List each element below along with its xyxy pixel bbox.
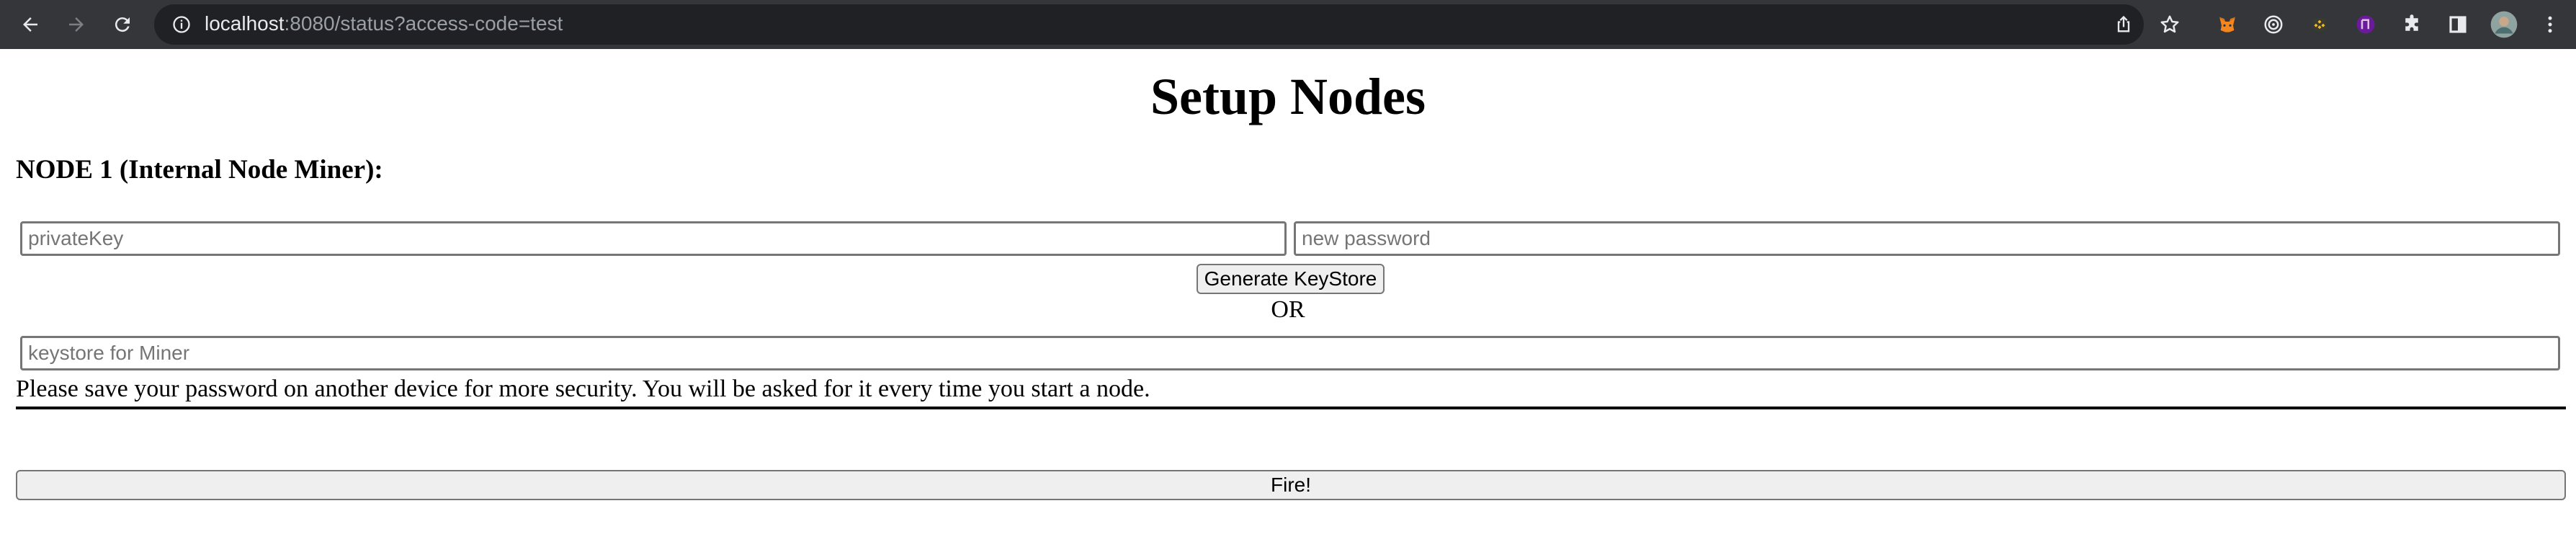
or-separator: OR [1271,296,1305,323]
url-host: localhost [205,12,285,35]
info-icon[interactable] [167,10,196,39]
url-text[interactable]: localhost:8080/status?access-code=test [205,9,563,38]
node-heading: NODE 1 (Internal Node Miner): [16,155,383,185]
fire-button[interactable]: Fire! [16,470,2566,500]
sidebar-icon[interactable] [2443,10,2472,39]
keystore-input[interactable] [20,336,2560,370]
binance-extension-icon[interactable] [2305,10,2334,39]
forward-arrow-icon[interactable] [61,9,92,40]
browser-toolbar: localhost:8080/status?access-code=test [0,0,2576,49]
reload-icon[interactable] [107,9,138,40]
target-extension-icon[interactable] [2259,10,2288,39]
bookmark-star-icon[interactable] [2155,10,2184,39]
profile-avatar[interactable] [2490,10,2518,39]
back-arrow-icon[interactable] [14,9,46,40]
page-content: Setup Nodes NODE 1 (Internal Node Miner)… [0,49,2576,555]
share-icon[interactable] [2109,10,2138,39]
url-path: :8080/status?access-code=test [284,12,563,35]
new-password-input[interactable] [1294,221,2560,256]
password-security-note: Please save your password on another dev… [16,376,1150,402]
divider [16,407,2566,409]
generate-keystore-button[interactable]: Generate KeyStore [1197,264,1385,294]
kebab-menu-icon[interactable] [2536,10,2564,39]
page-title: Setup Nodes [1150,68,1426,125]
metamask-extension-icon[interactable] [2213,10,2242,39]
purple-extension-icon[interactable] [2351,10,2380,39]
puzzle-extensions-icon[interactable] [2397,10,2426,39]
private-key-input[interactable] [20,221,1287,256]
